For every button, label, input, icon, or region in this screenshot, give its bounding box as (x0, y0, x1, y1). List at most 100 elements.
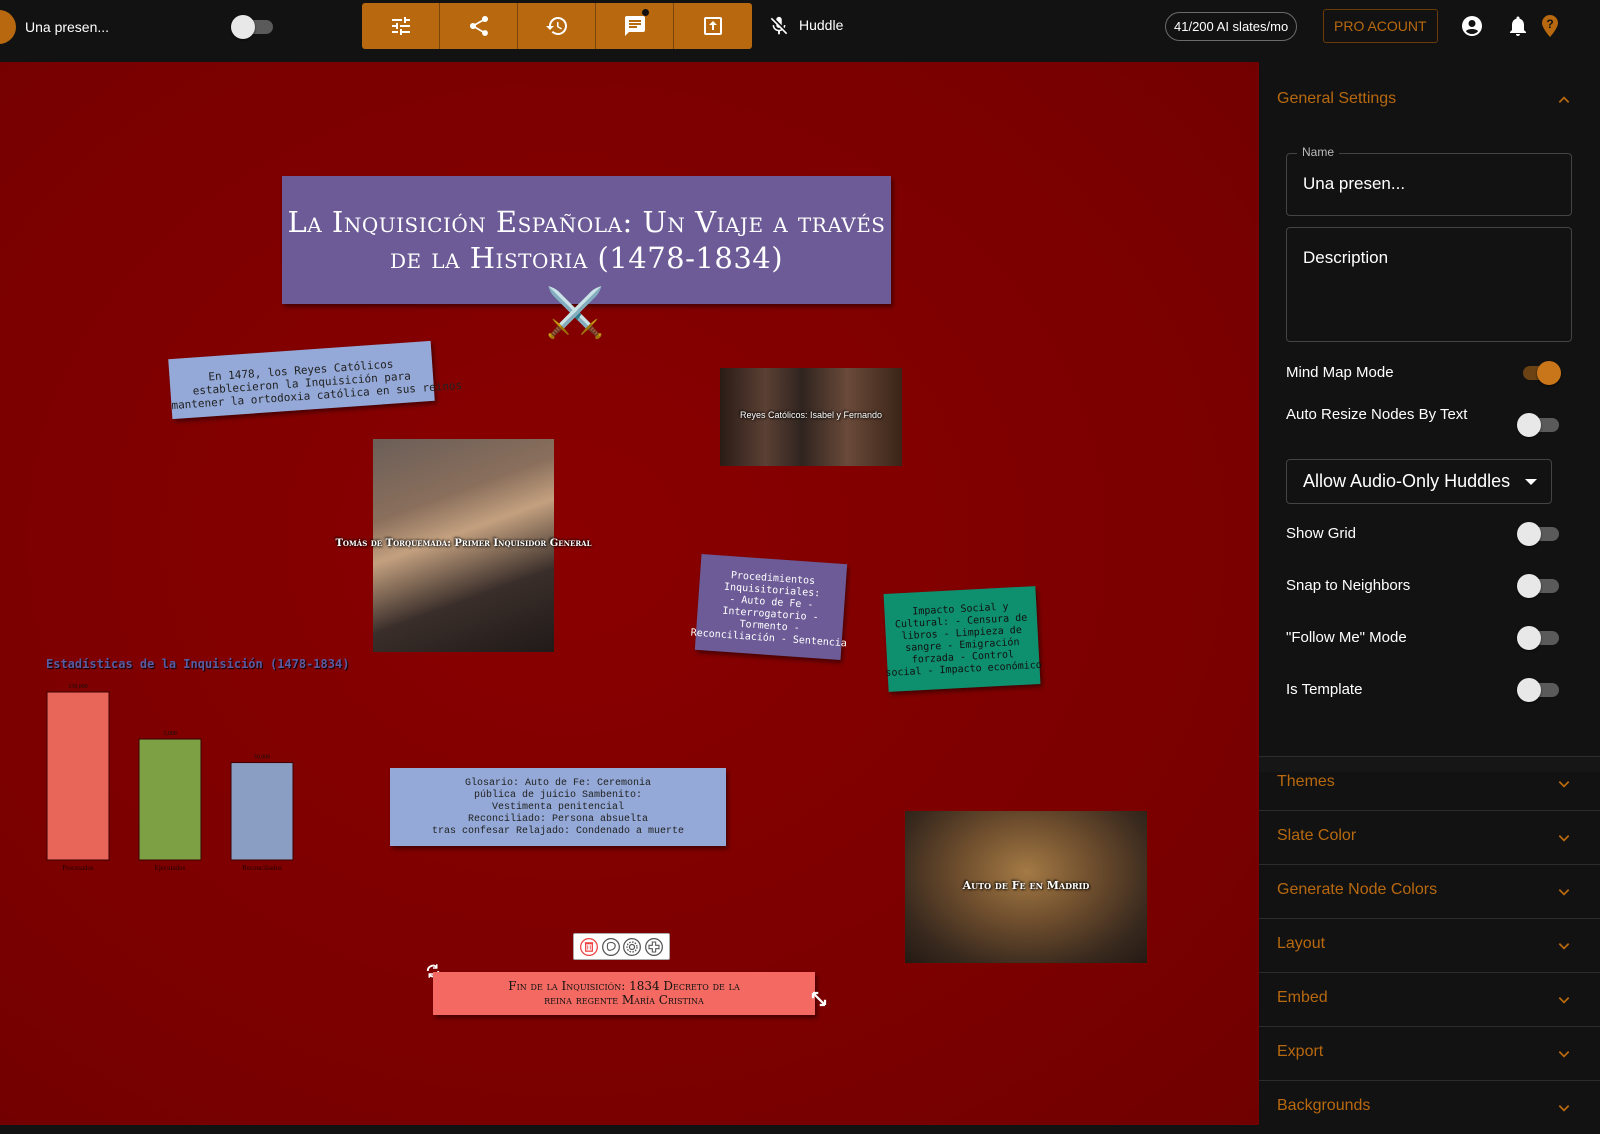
accordion-slate-color[interactable]: Slate Color (1259, 810, 1600, 864)
settings-icon[interactable] (622, 937, 642, 957)
setting-auto-resize: Auto Resize Nodes By Text (1286, 404, 1486, 426)
show-grid-toggle[interactable] (1517, 522, 1561, 546)
accordion-backgrounds[interactable]: Backgrounds (1259, 1080, 1600, 1134)
node-line: Glosario: Auto de Fe: Ceremonia (464, 778, 652, 789)
node-line: tras confesar Relajado: Condenado a muer… (431, 826, 685, 837)
chevron-down-icon (1558, 997, 1570, 1004)
share-icon (469, 15, 488, 36)
node-line: Vestimenta penitencial (491, 802, 625, 813)
setting-mind-map-mode: Mind Map Mode (1286, 361, 1572, 385)
chevron-up-icon[interactable] (1557, 93, 1571, 107)
present-button[interactable] (674, 3, 752, 49)
history-button[interactable] (518, 3, 596, 49)
chart-bar (230, 762, 294, 861)
huddle-label: Huddle (799, 17, 844, 33)
accordion-generate-node-colors[interactable]: Generate Node Colors (1259, 864, 1600, 918)
accordion-label: Generate Node Colors (1277, 881, 1438, 898)
resize-handle-icon[interactable] (810, 990, 828, 1008)
follow-me-toggle[interactable] (1517, 626, 1561, 650)
account-icon[interactable] (1460, 14, 1484, 38)
bar-value-label: 150,000 (68, 684, 88, 690)
bar-value-label: 50,000 (254, 755, 271, 761)
huddle-mode-select[interactable]: Allow Audio-Only Huddles (1286, 459, 1552, 504)
setting-label: Is Template (1286, 681, 1363, 698)
unread-indicator (642, 9, 649, 16)
fin-inquisicion-node[interactable]: Fin de la Inquisición: 1834 Decreto de l… (433, 972, 815, 1015)
impacto-social-node[interactable]: Impacto Social y Cultural: - Censura de … (883, 586, 1042, 692)
name-label: Name (1297, 145, 1340, 159)
bar-category-label: Ejecutados (155, 864, 186, 872)
setting-follow-me: "Follow Me" Mode (1286, 626, 1572, 650)
delete-icon[interactable] (579, 937, 599, 957)
chat-icon (624, 16, 645, 36)
app-logo[interactable] (0, 10, 16, 44)
accordion-label: Backgrounds (1277, 1097, 1371, 1114)
accordion-label: Export (1277, 1043, 1324, 1060)
pro-account-button[interactable]: PRO ACOUNT (1323, 9, 1438, 43)
auto-resize-toggle[interactable] (1517, 413, 1561, 437)
auto-de-fe-madrid-image-node[interactable]: Auto de Fe en Madrid (905, 811, 1147, 963)
notifications-icon[interactable] (1506, 14, 1530, 38)
setting-snap-to-neighbors: Snap to Neighbors (1286, 574, 1572, 598)
chevron-down-icon (1558, 943, 1570, 950)
title-node[interactable]: La Inquisición Española: Un Viaje a trav… (282, 176, 891, 304)
mic-off-icon[interactable] (768, 14, 790, 38)
ai-usage-badge[interactable]: 41/200 AI slates/mo (1165, 12, 1298, 41)
sliders-icon (391, 17, 410, 35)
main-toolbar (362, 3, 752, 49)
accordion-embed[interactable]: Embed (1259, 972, 1600, 1026)
setting-label: "Follow Me" Mode (1286, 629, 1407, 646)
accordion-label: Layout (1277, 935, 1326, 952)
accordion-export[interactable]: Export (1259, 1026, 1600, 1080)
snap-to-neighbors-toggle[interactable] (1517, 574, 1561, 598)
help-icon[interactable]: ? (1538, 14, 1562, 38)
reyes-catolicos-image-node[interactable]: Reyes Católicos: Isabel y Fernando (720, 368, 902, 466)
bar-value-label: 3,000 (163, 731, 177, 737)
image-caption: Reyes Católicos: Isabel y Fernando (739, 410, 883, 420)
procedimientos-node[interactable]: Procedimientos Inquisitoriales: - Auto d… (690, 554, 847, 660)
settings-sidebar: General Settings Name Una presen... Desc… (1259, 62, 1600, 1125)
mind-map-mode-toggle[interactable] (1517, 361, 1561, 385)
node-toolbar (573, 933, 670, 960)
share-button[interactable] (440, 3, 518, 49)
accordion-label: Embed (1277, 989, 1328, 1006)
settings-button[interactable] (362, 3, 440, 49)
is-template-toggle[interactable] (1517, 678, 1561, 702)
torquemada-image-node[interactable]: Tomás de Torquemada: Primer Inquisidor G… (335, 439, 592, 652)
chart-bar (138, 738, 202, 861)
description-field[interactable]: Description (1286, 227, 1572, 342)
bar-category-label: Reconciliados (242, 864, 282, 872)
image-caption: Tomás de Torquemada: Primer Inquisidor G… (335, 538, 592, 549)
chevron-down-icon (1558, 781, 1570, 788)
accordion-themes[interactable]: Themes (1259, 756, 1600, 810)
description-placeholder[interactable]: Description (1303, 248, 1388, 268)
node-line: reina regente María Cristina (544, 993, 704, 1007)
name-value[interactable]: Una presen... (1303, 174, 1405, 194)
dropdown-caret-icon (1525, 479, 1537, 485)
setting-label: Snap to Neighbors (1286, 577, 1411, 594)
huddle-toggle[interactable] (231, 15, 275, 39)
statistics-bar-chart[interactable]: 150,000 Procesados 3,000 Ejecutados 50,000 Re… (40, 674, 310, 884)
crossed-swords-icon: ⚔️ (545, 287, 605, 340)
accordion-layout[interactable]: Layout (1259, 918, 1600, 972)
setting-label: Auto Resize Nodes By Text (1286, 406, 1468, 423)
image-caption: Auto de Fe en Madrid (962, 879, 1090, 892)
add-icon[interactable] (644, 937, 664, 957)
note-1478[interactable]: En 1478, los Reyes Católicos establecier… (168, 340, 463, 420)
palette-icon[interactable] (601, 937, 621, 957)
node-line: pública de juicio Sambenito: (473, 790, 643, 801)
chart-title: Estadísticas de la Inquisición (1478-183… (46, 657, 350, 671)
general-settings-header[interactable]: General Settings (1277, 90, 1396, 108)
bar-category-label: Procesados (62, 864, 94, 872)
glosario-node[interactable]: Glosario: Auto de Fe: Ceremonia pública … (390, 768, 726, 846)
name-field[interactable]: Name Una presen... (1286, 145, 1572, 216)
chevron-down-icon (1558, 835, 1570, 842)
chevron-down-icon (1558, 1105, 1570, 1112)
slate-canvas[interactable]: La Inquisición Española: Un Viaje a trav… (0, 62, 1259, 1125)
setting-show-grid: Show Grid (1286, 522, 1572, 546)
history-icon (545, 17, 567, 35)
chat-button[interactable] (596, 3, 674, 49)
slate-title[interactable]: Una presen... (25, 19, 109, 35)
chevron-down-icon (1558, 889, 1570, 896)
setting-label: Show Grid (1286, 525, 1357, 542)
